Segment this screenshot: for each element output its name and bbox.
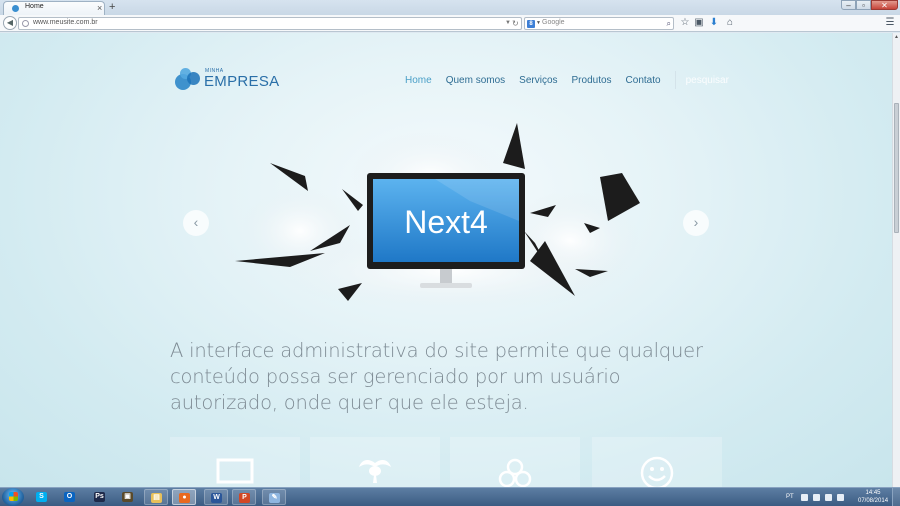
taskbar-app-outlook[interactable]: O (58, 489, 82, 505)
slider-prev-button[interactable]: ‹ (183, 210, 209, 236)
feature-tile[interactable] (450, 437, 580, 487)
photoshop-icon: Ps (94, 492, 105, 502)
smiley-icon (640, 456, 674, 487)
globe-icon (22, 20, 29, 27)
paint-icon: ✎ (269, 493, 280, 503)
logo-big-text: EMPRESA (204, 73, 280, 90)
site-logo[interactable]: MINHA EMPRESA (175, 66, 279, 96)
firefox-icon: ● (179, 493, 190, 503)
taskbar-app-powerpoint[interactable]: P (232, 489, 256, 505)
search-engine-icon[interactable]: 8 (527, 20, 535, 28)
language-indicator[interactable]: PT (786, 494, 794, 500)
monitor-icon (216, 458, 254, 484)
menu-item-produtos[interactable]: Produtos (572, 75, 612, 86)
headline-text: A interface administrativa do site permi… (170, 339, 703, 414)
search-bar[interactable]: 8 ▼ Google ⌕ (524, 17, 674, 30)
tab-home[interactable]: Home × (3, 1, 105, 15)
navigation-toolbar: ◀ www.meusite.com.br ▼ ↻ 8 ▼ Google ⌕ ☆ … (0, 15, 900, 32)
system-tray: PT (786, 490, 849, 504)
windows-logo-icon (9, 492, 18, 501)
search-icon[interactable]: ⌕ (667, 18, 671, 29)
skype-icon: S (36, 492, 47, 502)
menu-icon[interactable]: ☰ (884, 17, 896, 29)
word-icon: W (211, 493, 222, 503)
star-icon[interactable]: ☆ (679, 17, 691, 29)
feature-tile[interactable] (310, 437, 440, 487)
clock[interactable]: 14:45 07/08/2014 (858, 489, 888, 505)
taskbar-app-skype[interactable]: S (30, 489, 54, 505)
web-page: MINHA EMPRESA Home Quem somos Serviços P… (0, 33, 892, 487)
explorer-icon: ▤ (151, 493, 162, 503)
menu-item-home[interactable]: Home (405, 75, 432, 86)
new-tab-button[interactable]: + (109, 0, 115, 14)
vertical-scrollbar[interactable]: ▲ (892, 33, 900, 487)
feature-tile[interactable] (592, 437, 722, 487)
favicon-icon (12, 5, 19, 12)
tab-bar: Home × + – ▫ ✕ (0, 0, 900, 15)
tab-close-button[interactable]: × (97, 2, 102, 14)
url-text: www.meusite.com.br (33, 19, 98, 26)
menu-item-quem-somos[interactable]: Quem somos (446, 75, 505, 86)
taskbar-app-word[interactable]: W (204, 489, 228, 505)
taskbar-app-firefox[interactable]: ● (172, 489, 196, 505)
site-search-input[interactable]: pesquisar (686, 75, 729, 86)
taskbar-app-app[interactable]: ▣ (116, 489, 140, 505)
app-icon: ▣ (122, 492, 133, 502)
home-icon[interactable]: ⌂ (724, 17, 736, 29)
address-bar[interactable]: www.meusite.com.br ▼ ↻ (18, 17, 522, 30)
scroll-thumb[interactable] (894, 103, 899, 233)
taskbar-app-photoshop[interactable]: Ps (88, 489, 112, 505)
search-input[interactable]: Google (542, 19, 565, 26)
close-window-button[interactable]: ✕ (871, 0, 898, 10)
window-controls: – ▫ ✕ (841, 0, 898, 10)
taskbar-app-explorer[interactable]: ▤ (144, 489, 168, 505)
flag-icon[interactable] (812, 493, 820, 501)
main-menu: Home Quem somos Serviços Produtos Contat… (405, 71, 729, 89)
menu-item-servicos[interactable]: Serviços (519, 75, 557, 86)
clipboard-icon[interactable]: ▣ (693, 17, 705, 29)
tab-title: Home (25, 3, 44, 10)
menu-item-contato[interactable]: Contato (626, 75, 661, 86)
network-icon[interactable] (824, 493, 832, 501)
show-desktop-button[interactable] (892, 488, 900, 506)
cluster-icon (498, 458, 532, 487)
chevron-down-icon[interactable]: ▼ (536, 18, 541, 29)
tray-icon[interactable] (800, 493, 808, 501)
logo-circle (187, 72, 200, 85)
maximize-button[interactable]: ▫ (856, 0, 871, 10)
clock-date: 07/08/2014 (858, 498, 889, 504)
reload-icon[interactable]: ↻ (512, 18, 519, 29)
minimize-button[interactable]: – (841, 0, 856, 10)
clock-time: 14:45 (865, 490, 881, 496)
hero-banner: Next4 (235, 123, 640, 311)
palm-tree-icon (359, 460, 391, 483)
taskbar-app-paint[interactable]: ✎ (262, 489, 286, 505)
download-icon[interactable]: ⬇ (708, 17, 720, 29)
feature-tile[interactable] (170, 437, 300, 487)
screen-text: Next4 (404, 204, 488, 240)
slider-next-button[interactable]: › (683, 210, 709, 236)
volume-icon[interactable] (836, 493, 844, 501)
history-dropdown-icon[interactable]: ▼ (505, 18, 511, 29)
scroll-up-icon[interactable]: ▲ (893, 33, 900, 41)
menu-divider (674, 71, 676, 89)
start-button[interactable] (2, 488, 24, 506)
outlook-icon: O (64, 492, 75, 502)
powerpoint-icon: P (239, 493, 250, 503)
windows-taskbar: S O Ps ▣ ▤ ● W P ✎ PT 14:45 07/08/2014 (0, 487, 900, 506)
back-button[interactable]: ◀ (3, 16, 17, 30)
